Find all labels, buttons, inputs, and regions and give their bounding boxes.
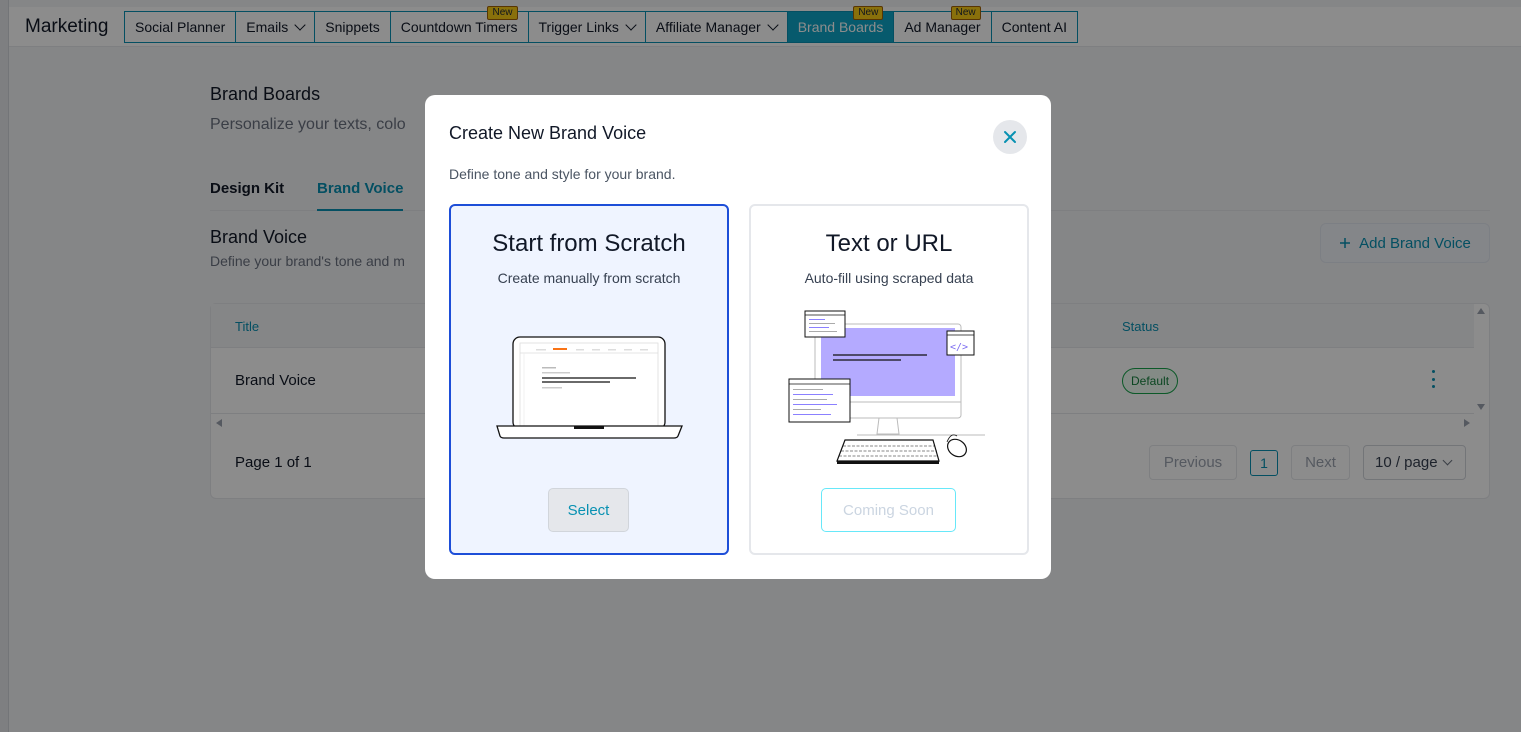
modal-title: Create New Brand Voice [449, 123, 647, 143]
svg-text:</>: </> [950, 342, 968, 353]
option-url-title: Text or URL [825, 230, 953, 257]
option-scratch-subtitle: Create manually from scratch [497, 270, 681, 286]
desktop-computer-illustration: </> [788, 310, 985, 464]
option-text-or-url[interactable]: Text or URL Auto-fill using scraped data… [749, 204, 1029, 555]
modal-subtitle: Define tone and style for your brand. [449, 166, 676, 182]
option-scratch-title: Start from Scratch [492, 230, 686, 257]
coming-soon-button[interactable]: Coming Soon [821, 488, 956, 532]
option-start-from-scratch[interactable]: Start from Scratch Create manually from … [449, 204, 729, 555]
close-icon [1004, 131, 1016, 143]
laptop-illustration [496, 336, 683, 439]
close-button[interactable] [993, 120, 1027, 154]
select-button[interactable]: Select [548, 488, 629, 532]
option-url-subtitle: Auto-fill using scraped data [804, 270, 974, 286]
create-brand-voice-modal: Create New Brand Voice Define tone and s… [425, 95, 1051, 579]
